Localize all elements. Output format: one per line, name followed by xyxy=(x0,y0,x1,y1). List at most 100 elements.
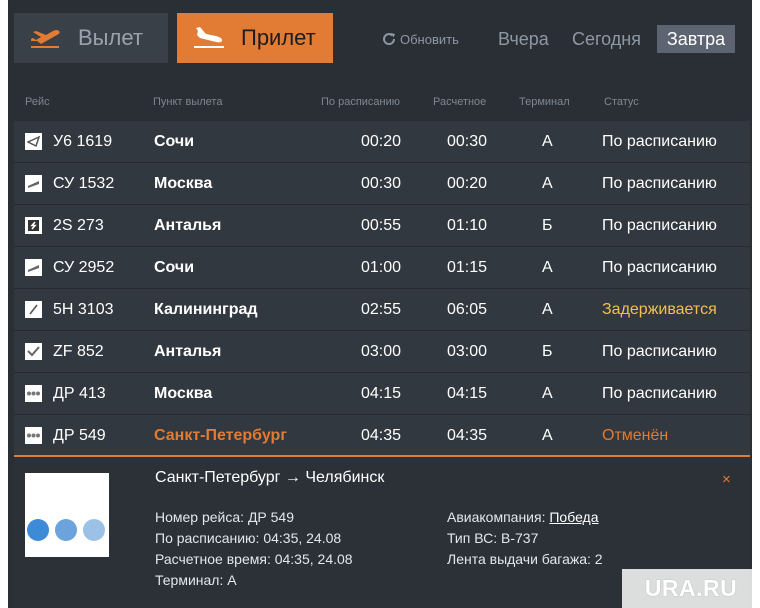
flight-row[interactable]: ZF 852 Анталья 03:00 03:00 Б По расписан… xyxy=(14,331,750,373)
column-header-scheduled: По расписанию xyxy=(321,96,401,108)
detail-airline: Авиакомпания: Победа xyxy=(447,507,603,528)
detail-route: Санкт-Петербург → Челябинск xyxy=(155,469,385,486)
day-tomorrow-button[interactable]: Завтра xyxy=(657,25,735,53)
flight-origin: Сочи xyxy=(154,133,195,150)
flight-origin: Сочи xyxy=(154,259,195,276)
airline-s7-logo-icon xyxy=(25,217,42,234)
flight-row-selected[interactable]: ДР 549 Санкт-Петербург 04:35 04:35 А Отм… xyxy=(14,415,750,457)
airline-link[interactable]: Победа xyxy=(549,509,598,525)
flight-number: 2S 273 xyxy=(53,217,104,234)
watermark-text: URA.RU xyxy=(644,575,738,601)
flight-number: 5Н 3103 xyxy=(53,301,114,318)
flight-row[interactable]: 2S 273 Анталья 00:55 01:10 Б По расписан… xyxy=(14,205,750,247)
flight-estimated: 00:20 xyxy=(447,175,488,192)
column-header-terminal: Терминал xyxy=(519,96,570,108)
airline-5n-logo-icon xyxy=(25,301,42,318)
flight-scheduled: 00:30 xyxy=(361,175,402,192)
flight-terminal: А xyxy=(542,175,553,192)
airline-zf-logo-icon xyxy=(25,343,42,360)
flight-row[interactable]: СУ 1532 Москва 00:30 00:20 А По расписан… xyxy=(14,163,750,205)
flight-terminal: А xyxy=(542,427,553,444)
flight-origin: Анталья xyxy=(154,343,222,360)
tab-departure[interactable]: Вылет xyxy=(14,13,168,63)
flight-scheduled: 00:55 xyxy=(361,217,402,234)
flight-estimated: 00:30 xyxy=(447,133,488,150)
flight-scheduled: 00:20 xyxy=(361,133,402,150)
flight-origin: Москва xyxy=(154,385,213,402)
close-icon[interactable]: × xyxy=(722,471,731,488)
airline-u6-logo-icon xyxy=(25,133,42,150)
flight-board: Вылет Прилет Обновить Вчера Сегодня Завт… xyxy=(0,0,760,608)
flight-row[interactable]: У6 1619 Сочи 00:20 00:30 А По расписанию xyxy=(14,121,750,163)
detail-baggage: Лента выдачи багажа: 2 xyxy=(447,551,603,567)
flight-number: ZF 852 xyxy=(53,343,104,360)
flight-status: По расписанию xyxy=(602,259,717,276)
flight-status: По расписанию xyxy=(602,385,717,402)
flight-status: По расписанию xyxy=(602,217,717,234)
flight-estimated: 01:15 xyxy=(447,259,488,276)
flight-row[interactable]: ДР 413 Москва 04:15 04:15 А По расписани… xyxy=(14,373,750,415)
column-header-origin: Пункт вылета xyxy=(153,96,223,108)
flight-number: СУ 2952 xyxy=(53,259,115,276)
plane-landing-icon xyxy=(189,23,229,53)
flight-scheduled: 01:00 xyxy=(361,259,402,276)
tab-arrival[interactable]: Прилет xyxy=(177,13,333,63)
flight-number: СУ 1532 xyxy=(53,175,115,192)
flight-number: ДР 549 xyxy=(53,427,106,444)
pobeda-logo-icon xyxy=(25,473,109,557)
flight-estimated: 03:00 xyxy=(447,343,488,360)
flight-number: У6 1619 xyxy=(53,133,113,150)
flight-row[interactable]: 5Н 3103 Калининград 02:55 06:05 А Задерж… xyxy=(14,289,750,331)
day-yesterday-button[interactable]: Вчера xyxy=(498,25,549,53)
watermark-logo: URA.RU xyxy=(622,569,760,608)
flight-scheduled: 02:55 xyxy=(361,301,402,318)
refresh-button[interactable]: Обновить xyxy=(381,31,459,47)
flight-status: По расписанию xyxy=(602,133,717,150)
detail-estimated: Расчетное время: 04:35, 24.08 xyxy=(155,551,353,567)
detail-airline-label: Авиакомпания: xyxy=(447,509,546,525)
flight-terminal: А xyxy=(542,301,553,318)
flight-scheduled: 04:35 xyxy=(361,427,402,444)
flight-origin: Москва xyxy=(154,175,213,192)
flight-estimated: 04:35 xyxy=(447,427,488,444)
flight-origin: Калининград xyxy=(154,301,258,318)
flight-status: По расписанию xyxy=(602,175,717,192)
tab-arrival-label: Прилет xyxy=(241,25,316,50)
airline-su-logo-icon xyxy=(25,175,42,192)
flight-terminal: А xyxy=(542,133,553,150)
flight-origin: Анталья xyxy=(154,217,222,234)
flight-terminal: А xyxy=(542,385,553,402)
column-header-flight: Рейс xyxy=(25,96,50,108)
flight-terminal: Б xyxy=(542,343,553,360)
flight-status: Отменён xyxy=(602,427,669,444)
flight-terminal: Б xyxy=(542,217,553,234)
flight-estimated: 06:05 xyxy=(447,301,488,318)
flight-status: По расписанию xyxy=(602,343,717,360)
airline-dp-logo-icon xyxy=(25,427,42,444)
detail-flight-number: Номер рейса: ДР 549 xyxy=(155,509,295,525)
detail-left-column: Номер рейса: ДР 549 По расписанию: 04:35… xyxy=(155,507,353,591)
detail-aircraft: Тип ВС: B-737 xyxy=(447,530,539,546)
flight-number: ДР 413 xyxy=(53,385,106,402)
refresh-icon xyxy=(381,31,397,47)
detail-right-column: Авиакомпания: Победа Тип ВС: B-737 Лента… xyxy=(447,507,603,570)
flight-row[interactable]: СУ 2952 Сочи 01:00 01:15 А По расписанию xyxy=(14,247,750,289)
refresh-label: Обновить xyxy=(400,31,459,47)
detail-terminal: Терминал: А xyxy=(155,572,237,588)
airline-dp-logo-icon xyxy=(25,385,42,402)
flight-estimated: 01:10 xyxy=(447,217,488,234)
plane-takeoff-icon xyxy=(26,23,66,53)
tab-departure-label: Вылет xyxy=(78,25,143,50)
column-header-estimated: Расчетное xyxy=(433,96,487,108)
flight-scheduled: 03:00 xyxy=(361,343,402,360)
day-today-button[interactable]: Сегодня xyxy=(572,25,641,53)
flight-origin: Санкт-Петербург xyxy=(154,427,287,444)
flight-estimated: 04:15 xyxy=(447,385,488,402)
flight-scheduled: 04:15 xyxy=(361,385,402,402)
flight-terminal: А xyxy=(542,259,553,276)
flight-status: Задерживается xyxy=(602,301,717,318)
flights-table: У6 1619 Сочи 00:20 00:30 А По расписанию… xyxy=(14,121,750,457)
airline-su-logo-icon xyxy=(25,259,42,276)
column-header-status: Статус xyxy=(604,96,639,108)
detail-scheduled: По расписанию: 04:35, 24.08 xyxy=(155,530,342,546)
